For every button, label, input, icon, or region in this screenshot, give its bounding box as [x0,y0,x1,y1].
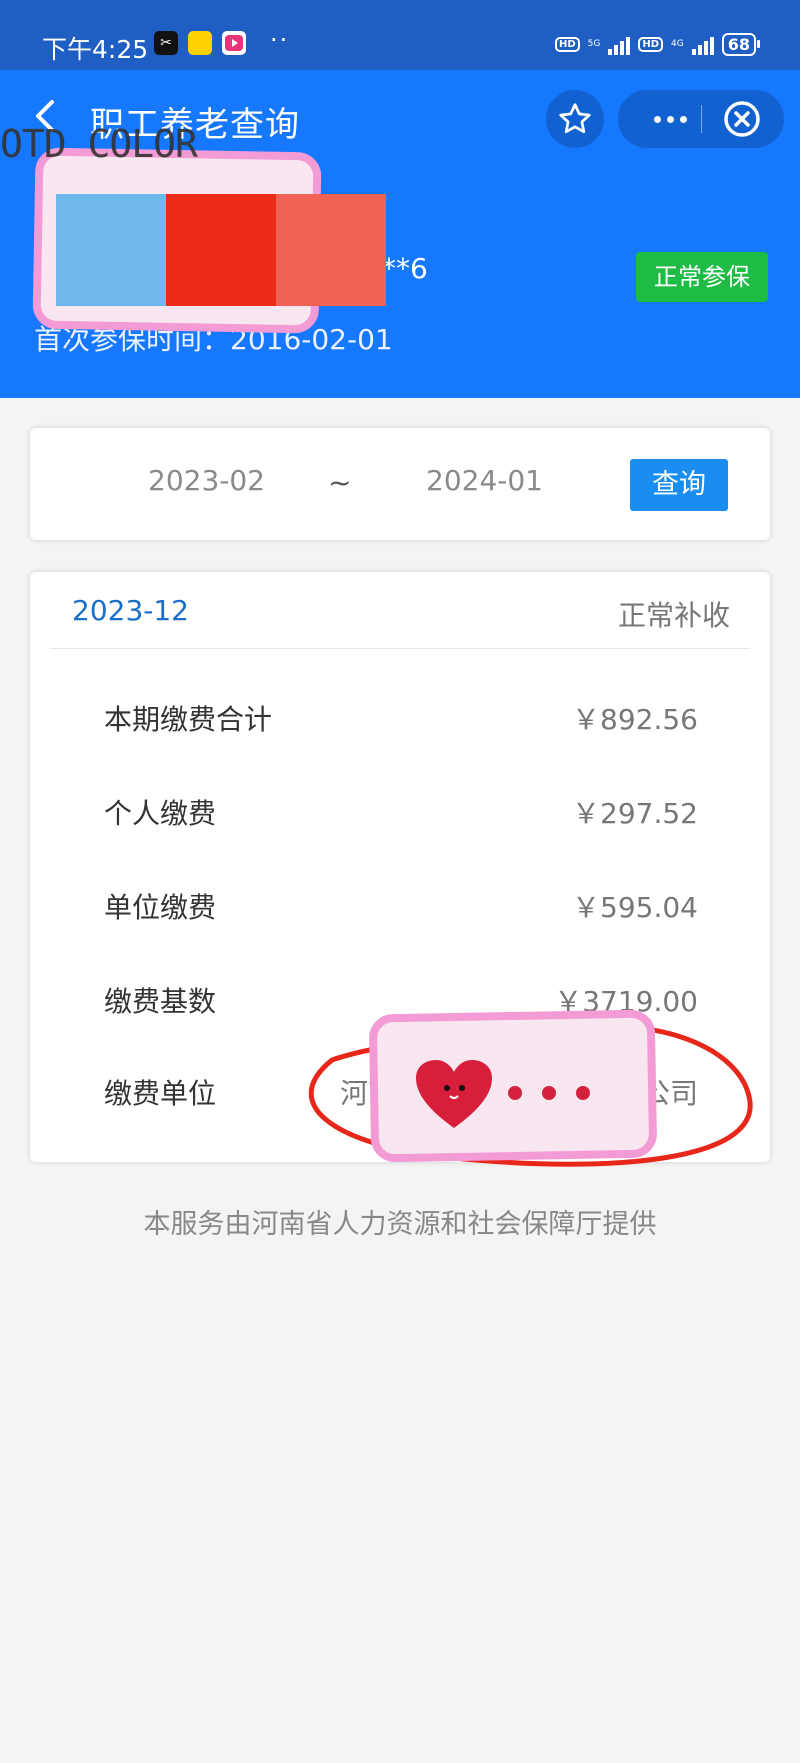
record-period: 2023-12 [72,594,189,627]
divider [50,648,750,649]
capsule-divider [701,105,702,133]
system-indicators: HD 5G HD 4G 68 [554,33,761,56]
ellipsis-dots [508,1086,590,1100]
row-label: 本期缴费合计 [104,703,273,736]
query-button[interactable]: 查询 [630,459,728,511]
dot [666,115,674,123]
row-value: ￥297.52 [572,797,698,830]
redaction-block [56,194,386,306]
more-button[interactable] [640,90,700,148]
row-value: ￥892.56 [572,703,698,736]
dot [542,1086,556,1100]
notification-icons: ✂ [154,31,246,55]
watermark-text: OTD COLOR [0,122,198,166]
close-button[interactable] [722,99,762,139]
row-value: ￥595.04 [572,891,698,924]
redaction-bar-red [166,194,276,306]
dot [679,115,687,123]
heart-icon [416,1060,492,1128]
row-employer: 单位缴费 ￥595.04 [104,886,698,926]
more-notifications-icon: ·· [270,26,290,54]
hd-icon-2: HD [638,37,664,52]
video-app-icon [222,31,246,55]
clock: 下午4:25 [42,35,149,64]
battery-icon: 68 [721,33,761,56]
row-label: 单位缴费 [104,891,217,924]
signal-icon [608,35,631,55]
masked-id-tail: **6 [382,252,428,285]
status-badge: 正常参保 [636,252,768,302]
row-label: 个人缴费 [104,797,217,830]
capcut-icon: ✂ [154,31,178,55]
redaction-bar-blue [56,194,166,306]
dot [576,1086,590,1100]
row-personal: 个人缴费 ￥297.52 [104,792,698,832]
service-provider-note: 本服务由河南省人力资源和社会保障厅提供 [143,1209,657,1240]
row-total: 本期缴费合计 ￥892.56 [104,698,698,738]
start-date-picker[interactable]: 2023-02 [148,464,265,497]
signal-icon-2 [691,35,714,55]
row-label: 缴费单位 [104,1077,217,1110]
row-label: 缴费基数 [104,985,217,1018]
status-bar: 下午4:25 ✂ ·· HD 5G HD 4G 68 [0,0,800,70]
record-type: 正常补收 [617,599,730,632]
end-date-picker[interactable]: 2024-01 [426,464,543,497]
miniprogram-capsule [618,90,784,148]
redaction-bar-salmon [276,194,386,306]
network-type: 5G [587,39,601,49]
dot [508,1086,522,1100]
network-type-2: 4G [671,39,684,49]
close-circle-icon [724,101,760,137]
hd-icon: HD [554,37,580,52]
star-icon [559,103,591,134]
favorite-button[interactable] [546,90,604,148]
meituan-icon [188,31,212,55]
date-separator: ~ [328,466,352,499]
date-range-card: 2023-02 ~ 2024-01 查询 [30,428,770,540]
dot [653,115,661,123]
